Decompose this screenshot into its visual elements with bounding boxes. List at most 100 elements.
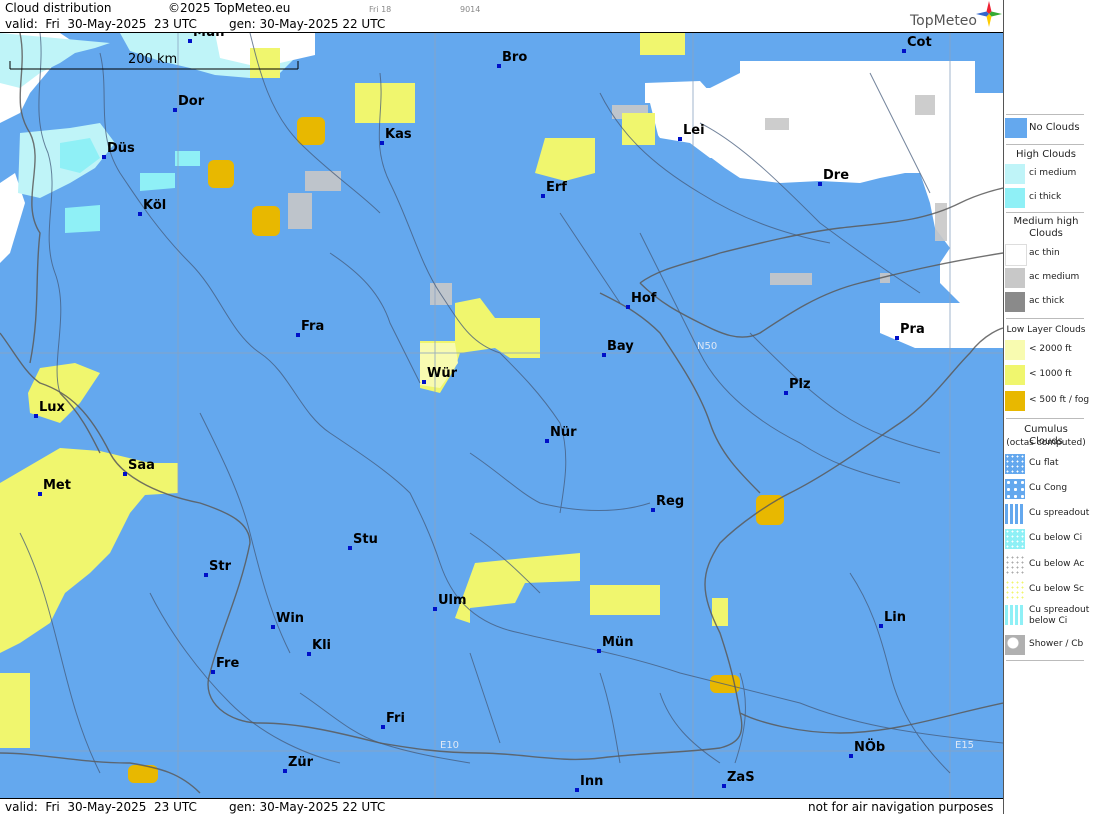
copyright: ©2025 TopMeteo.eu <box>168 1 291 15</box>
legend-cu-cong: Cu Cong <box>1004 479 1094 501</box>
topmeteo-logo[interactable]: TopMeteo <box>910 13 977 29</box>
city-label-met: Met <box>43 478 71 493</box>
city-dot-plz <box>784 391 788 395</box>
city-label-cot: Cot <box>907 35 932 50</box>
map-layers <box>0 33 1003 798</box>
city-label-lei: Lei <box>683 123 705 138</box>
map-title: Cloud distribution <box>5 1 112 15</box>
city-dot-lux <box>34 414 38 418</box>
city-dot-win <box>271 625 275 629</box>
city-label-hof: Hof <box>631 291 657 306</box>
city-label-stu: Stu <box>353 532 378 547</box>
city-label-mun1: Mün <box>193 33 224 40</box>
city-dot-lei <box>678 137 682 141</box>
city-dot-nur <box>545 439 549 443</box>
city-label-fra: Fra <box>301 319 325 334</box>
city-label-mun2: Mün <box>602 635 634 650</box>
compass-star-icon <box>976 1 1002 27</box>
map-footer: valid: Fri 30-May-2025 23 UTC gen: 30-Ma… <box>0 798 1003 815</box>
map-header: Cloud distribution ©2025 TopMeteo.eu Fri… <box>0 0 1003 33</box>
city-dot-cot <box>902 49 906 53</box>
city-label-kli: Kli <box>312 638 331 653</box>
legend-ac-thick: ac thick <box>1004 292 1094 314</box>
city-label-zur: Zür <box>288 755 314 770</box>
legend-medium-heading: Medium high Clouds <box>1013 216 1079 239</box>
city-dot-fra <box>296 333 300 337</box>
legend-panel: No Clouds High Clouds ci medium ci thick… <box>1003 0 1095 814</box>
legend-cu-below-ci: Cu below Ci <box>1004 529 1094 551</box>
footer-disclaimer: not for air navigation purposes <box>808 800 994 814</box>
city-label-nob: NÖb <box>854 740 886 755</box>
city-label-win: Win <box>276 611 305 626</box>
city-label-pra: Pra <box>900 322 925 337</box>
city-label-kas: Kas <box>385 127 412 142</box>
city-label-bay: Bay <box>607 339 634 354</box>
fog-areas <box>128 117 784 783</box>
legend-cu-spreadout: Cu spreadout <box>1004 504 1094 526</box>
city-label-dre: Dre <box>823 168 850 183</box>
city-dot-fre <box>211 670 215 674</box>
legend-octas-note: (octas computed) <box>1006 438 1086 448</box>
city-dot-fri <box>381 725 385 729</box>
city-dot-mun1 <box>188 39 192 43</box>
legend-cu-below-sc: Cu below Sc <box>1004 580 1094 602</box>
city-label-dor: Dor <box>178 94 205 109</box>
legend-cu-flat: Cu flat <box>1004 454 1094 476</box>
city-label-wur: Wür <box>427 366 458 381</box>
city-label-fre: Fre <box>216 656 240 671</box>
city-dot-kol <box>138 212 142 216</box>
city-dot-dus <box>102 155 106 159</box>
legend-cu-spreadout-below-ci: Cu spreadout below Ci <box>1004 605 1094 627</box>
city-label-bro: Bro <box>502 50 528 65</box>
city-label-erf: Erf <box>546 180 567 195</box>
city-label-fri: Fri <box>386 711 405 726</box>
city-label-str: Str <box>209 559 231 574</box>
legend-shower: Shower / Cb <box>1004 635 1094 657</box>
city-label-reg: Reg <box>656 494 685 509</box>
city-dot-lin <box>879 624 883 628</box>
city-dot-met <box>38 492 42 496</box>
city-label-plz: Plz <box>789 377 811 392</box>
city-dot-mun2 <box>597 649 601 653</box>
city-dot-kli <box>307 652 311 656</box>
city-dot-bay <box>602 353 606 357</box>
city-dot-bro <box>497 64 501 68</box>
city-dot-reg <box>651 508 655 512</box>
city-dot-zur <box>283 769 287 773</box>
cloud-distribution-map[interactable]: 200 km N50 E10 E15 Mün Cot Bro Dor Kas Lei Düs… <box>0 33 1003 798</box>
city-dot-wur <box>422 380 426 384</box>
generated-time: gen: 30-May-2025 22 UTC <box>229 17 386 31</box>
legend-low-1000: < 1000 ft <box>1004 365 1094 387</box>
no-clouds-swatch <box>1005 118 1027 138</box>
city-label-lin: Lin <box>884 610 906 625</box>
legend-low-heading: Low Layer Clouds <box>1006 325 1086 335</box>
city-dot-dre <box>818 182 822 186</box>
legend-ac-thin: ac thin <box>1004 244 1094 266</box>
city-label-saa: Saa <box>128 458 155 473</box>
footer-valid-time: valid: Fri 30-May-2025 23 UTC <box>5 800 197 814</box>
city-dot-inn <box>575 788 579 792</box>
city-dot-kas <box>380 141 384 145</box>
city-dot-hof <box>626 305 630 309</box>
grid-label-e10: E10 <box>440 740 460 751</box>
shower-icon <box>1005 635 1025 655</box>
city-dot-saa <box>123 472 127 476</box>
grid-label-n50: N50 <box>697 341 718 352</box>
legend-cu-below-ac: Cu below Ac <box>1004 555 1094 577</box>
scale-label: 200 km <box>128 52 178 67</box>
city-label-nur: Nür <box>550 425 577 440</box>
header-tiny-text: 9014 <box>460 5 481 14</box>
city-label-zas: ZaS <box>727 770 755 785</box>
city-dot-pra <box>895 336 899 340</box>
grid-label-e15: E15 <box>955 740 975 751</box>
legend-low-2000: < 2000 ft <box>1004 340 1094 362</box>
city-dot-ulm <box>433 607 437 611</box>
footer-generated-time: gen: 30-May-2025 22 UTC <box>229 800 386 814</box>
city-label-lux: Lux <box>39 400 65 415</box>
legend-no-clouds: No Clouds <box>1004 118 1094 140</box>
city-dot-str <box>204 573 208 577</box>
city-dot-erf <box>541 194 545 198</box>
legend-ci-medium: ci medium <box>1004 164 1094 186</box>
ci-cloud-areas <box>0 33 1003 348</box>
city-label-dus: Düs <box>107 141 135 156</box>
